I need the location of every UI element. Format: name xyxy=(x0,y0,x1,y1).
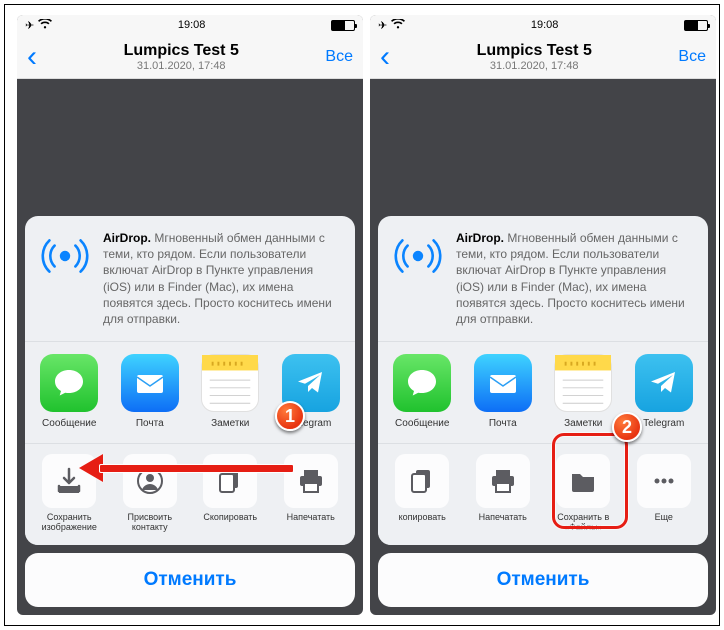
marker-2: 2 xyxy=(612,412,642,442)
cancel-button[interactable]: Отменить xyxy=(25,553,355,607)
app-messages[interactable]: Сообщение xyxy=(382,354,463,429)
action-copy[interactable]: копировать xyxy=(382,454,463,533)
airdrop-row[interactable]: AirDrop. Мгновенный обмен данными с теми… xyxy=(378,216,708,341)
back-button[interactable]: ‹ xyxy=(27,42,37,72)
app-messages[interactable]: Сообщение xyxy=(29,354,110,429)
highlight-save-files xyxy=(552,433,628,529)
nav-title: Lumpics Test 5 xyxy=(37,42,325,60)
airdrop-text: AirDrop. Мгновенный обмен данными с теми… xyxy=(456,230,694,327)
status-bar: ✈︎ 19:08 xyxy=(370,15,716,35)
share-sheet: AirDrop. Мгновенный обмен данными с теми… xyxy=(370,216,716,615)
airdrop-row[interactable]: AirDrop. Мгновенный обмен данными с теми… xyxy=(25,216,355,341)
app-row: Сообщение Почта Заметки Telegram xyxy=(378,341,708,443)
cancel-button[interactable]: Отменить xyxy=(378,553,708,607)
swipe-arrow xyxy=(79,453,299,483)
status-time: 19:08 xyxy=(531,19,559,31)
battery-icon xyxy=(331,20,355,31)
action-row: копировать Напечатать Сохранить в «Файлы… xyxy=(378,443,708,545)
back-button[interactable]: ‹ xyxy=(380,42,390,72)
status-time: 19:08 xyxy=(178,19,206,31)
nav-subtitle: 31.01.2020, 17:48 xyxy=(390,60,678,72)
phone-left: ✈︎ 19:08 ‹ Lumpics Test 531.01.2020, 17:… xyxy=(17,15,363,615)
share-sheet: AirDrop. Мгновенный обмен данными с теми… xyxy=(17,216,363,615)
wifi-icon xyxy=(38,19,52,32)
action-print[interactable]: Напечатать xyxy=(463,454,544,533)
nav-subtitle: 31.01.2020, 17:48 xyxy=(37,60,325,72)
airdrop-icon xyxy=(39,230,91,282)
container: ✈︎ 19:08 ‹ Lumpics Test 531.01.2020, 17:… xyxy=(4,4,720,626)
airplane-icon: ✈︎ xyxy=(378,19,387,32)
airplane-icon: ✈︎ xyxy=(25,19,34,32)
all-button[interactable]: Все xyxy=(678,48,706,66)
nav-bar: ‹ Lumpics Test 531.01.2020, 17:48 Все xyxy=(370,35,716,79)
status-bar: ✈︎ 19:08 xyxy=(17,15,363,35)
nav-title: Lumpics Test 5 xyxy=(390,42,678,60)
app-notes[interactable]: Заметки xyxy=(190,354,271,429)
app-mail[interactable]: Почта xyxy=(463,354,544,429)
nav-bar: ‹ Lumpics Test 531.01.2020, 17:48 Все xyxy=(17,35,363,79)
battery-icon xyxy=(684,20,708,31)
wifi-icon xyxy=(391,19,405,32)
all-button[interactable]: Все xyxy=(325,48,353,66)
app-mail[interactable]: Почта xyxy=(110,354,191,429)
airdrop-icon xyxy=(392,230,444,282)
marker-1: 1 xyxy=(275,401,305,431)
action-more[interactable]: Еще xyxy=(624,454,705,533)
app-row: Сообщение Почта Заметки Telegram xyxy=(25,341,355,443)
airdrop-text: AirDrop. Мгновенный обмен данными с теми… xyxy=(103,230,341,327)
app-notes[interactable]: Заметки xyxy=(543,354,624,429)
phone-right: ✈︎ 19:08 ‹ Lumpics Test 531.01.2020, 17:… xyxy=(370,15,716,615)
